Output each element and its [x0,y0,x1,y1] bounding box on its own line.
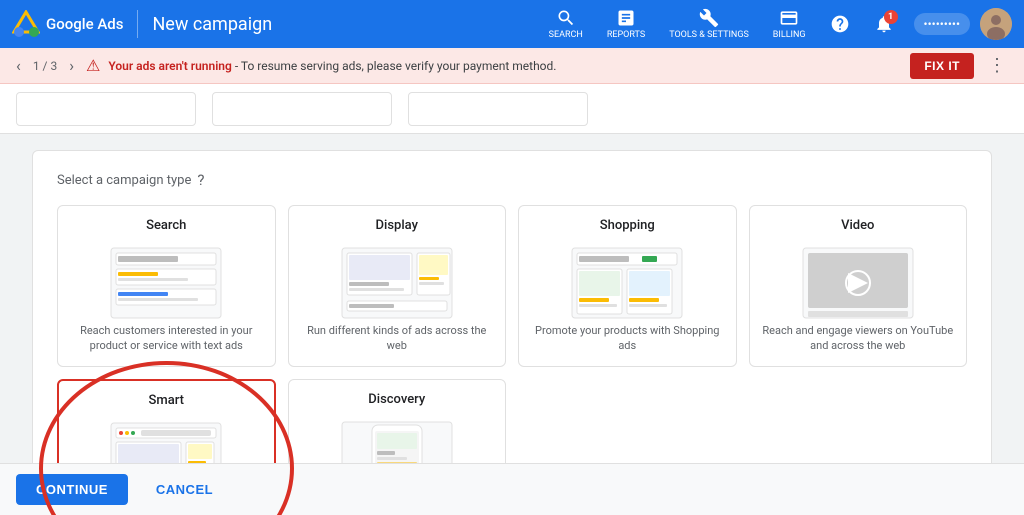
display-card-title: Display [376,218,418,233]
main-content: Select a campaign type ? Search Rea [0,84,1024,515]
shopping-illustration [567,243,687,323]
prev-card-1 [16,92,196,126]
shopping-card-desc: Promote your products with Shopping ads [531,323,724,354]
shopping-card-title: Shopping [600,218,655,233]
billing-nav-button[interactable]: BILLING [763,4,816,44]
cancel-button[interactable]: CANCEL [140,474,229,505]
alert-icon: ⚠ [86,56,100,75]
fix-it-button[interactable]: FIX IT [910,53,974,79]
search-card-title: Search [146,218,186,233]
campaign-card-search[interactable]: Search Reach customers interested in you… [57,205,276,367]
logo-area[interactable]: Google Ads [12,10,123,38]
campaign-card-display[interactable]: Display Run different kinds of ads acros… [288,205,507,367]
search-nav-button[interactable]: SEARCH [539,4,593,44]
smart-card-title: Smart [149,393,184,408]
top-navigation: Google Ads New campaign SEARCH REPORTS T… [0,0,1024,48]
google-ads-logo-icon [12,10,40,38]
nav-right-actions: SEARCH REPORTS TOOLS & SETTINGS BILLING … [539,4,1012,44]
notifications-button[interactable]: 1 [864,10,904,38]
campaign-type-section: Select a campaign type ? Search Rea [32,150,992,515]
alert-message: Your ads aren't running - To resume serv… [108,59,902,73]
help-icon [830,14,850,34]
previous-step-strip [0,84,1024,134]
account-selector[interactable]: ••••••••• [914,13,970,35]
next-arrow[interactable]: › [65,54,78,77]
search-illustration [106,243,226,323]
search-nav-label: SEARCH [549,30,583,40]
prev-arrow[interactable]: ‹ [12,54,25,77]
user-avatar[interactable] [980,8,1012,40]
alert-bold-text: Your ads aren't running [108,59,231,73]
billing-nav-label: BILLING [773,30,806,40]
bottom-action-bar: CONTINUE CANCEL [0,463,1024,515]
billing-icon [779,8,799,28]
section-title-text: Select a campaign type [57,173,191,188]
reports-icon [616,8,636,28]
video-card-desc: Reach and engage viewers on YouTube and … [762,323,955,354]
search-icon [556,8,576,28]
help-nav-button[interactable] [820,10,860,38]
nav-divider [137,10,138,38]
prev-card-2 [212,92,392,126]
campaign-card-video[interactable]: Video Reach and engage viewers on YouTub… [749,205,968,367]
discovery-card-title: Discovery [368,392,425,407]
reports-nav-button[interactable]: REPORTS [597,4,655,44]
page-title: New campaign [152,14,272,35]
display-card-desc: Run different kinds of ads across the we… [301,323,494,354]
prev-card-3 [408,92,588,126]
avatar-image [980,8,1012,40]
continue-button[interactable]: CONTINUE [16,474,128,505]
search-card-desc: Reach customers interested in your produ… [70,323,263,354]
help-tooltip-icon[interactable]: ? [197,171,204,189]
alert-rest-text: - To resume serving ads, please verify y… [232,59,557,73]
display-illustration [337,243,457,323]
section-title-area: Select a campaign type ? [57,171,967,189]
tools-nav-label: TOOLS & SETTINGS [669,30,749,40]
page-indicator: 1 / 3 [33,59,57,73]
campaign-card-shopping[interactable]: Shopping Promote your products with Shop… [518,205,737,367]
reports-nav-label: REPORTS [607,30,645,40]
alert-navigation: ‹ 1 / 3 › [12,54,78,77]
tools-nav-button[interactable]: TOOLS & SETTINGS [659,4,759,44]
tools-icon [699,8,719,28]
app-name: Google Ads [46,15,123,33]
notification-badge: 1 [884,10,898,24]
video-illustration [798,243,918,323]
video-card-title: Video [841,218,874,233]
more-options-icon[interactable]: ⋮ [982,53,1012,78]
alert-bar: ‹ 1 / 3 › ⚠ Your ads aren't running - To… [0,48,1024,84]
